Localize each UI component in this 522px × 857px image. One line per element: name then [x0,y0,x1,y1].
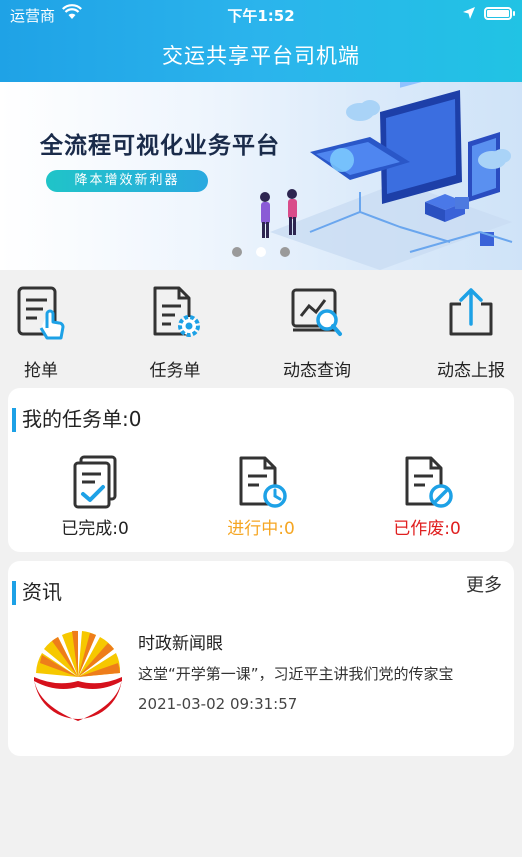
carousel-dot[interactable] [232,247,242,257]
news-item[interactable]: 时政新闻眼 这堂“开学第一课”，习近平主讲我们党的传家宝 2021-03-02 … [8,619,514,729]
task-status-label: 已完成:0 [61,519,129,539]
grab-order-icon [17,286,65,340]
my-tasks-card: 我的任务单:0 已完成:0 进行中:0 已作废:0 [8,388,514,552]
task-status-voided[interactable]: 已作废:0 [362,454,492,539]
task-status-label: 已作废:0 [393,519,461,539]
petrochina-logo [34,630,122,721]
dynamic-report-button[interactable]: 动态上报 [416,280,522,381]
page-title: 交运共享平台司机端 [162,44,360,68]
carousel-dot[interactable] [280,247,290,257]
app-header: 运营商 下午1:52 交运共享平台司机端 [0,0,522,82]
in-progress-icon [239,456,287,508]
dynamic-report-icon [449,288,493,336]
task-status-in-progress[interactable]: 进行中:0 [196,454,326,539]
banner-illustration [260,82,513,270]
voided-icon [405,456,453,508]
quick-actions: 抢单 任务单 动态查询 动态上报 [0,270,522,381]
banner-subtitle: 降本增效新利器 [46,170,208,192]
completed-icon [73,455,117,509]
quick-action-label: 抢单 [24,361,58,381]
dynamic-query-button[interactable]: 动态查询 [262,280,372,381]
news-card: 资讯 更多 时政新闻眼 这堂“开学第一课”，习近平主讲我们党的传家宝 2021-… [8,561,514,756]
grab-order-button[interactable]: 抢单 [0,280,96,381]
section-title: 资讯 [8,579,62,605]
location-icon [463,7,475,19]
news-description: 这堂“开学第一课”，习近平主讲我们党的传家宝 [138,665,454,683]
quick-action-label: 动态上报 [437,361,505,381]
more-link[interactable]: 更多 [466,571,502,597]
battery-icon [484,7,515,20]
banner-title: 全流程可视化业务平台 [40,133,280,159]
status-time: 下午1:52 [227,7,295,25]
task-status-label: 进行中:0 [227,519,295,539]
quick-action-label: 任务单 [149,361,201,381]
dynamic-query-icon [291,288,342,336]
carousel-dot-active[interactable] [256,247,266,257]
news-timestamp: 2021-03-02 09:31:57 [138,695,298,713]
status-bar: 运营商 下午1:52 [0,0,522,28]
task-list-icon [153,286,200,337]
banner-carousel[interactable]: 全流程可视化业务平台 降本增效新利器 [0,82,522,270]
news-title: 时政新闻眼 [138,634,223,654]
carousel-indicator [232,247,292,259]
section-title: 我的任务单:0 [8,406,141,432]
quick-action-label: 动态查询 [283,361,351,381]
task-status-completed[interactable]: 已完成:0 [30,454,160,539]
task-list-button[interactable]: 任务单 [120,280,230,381]
